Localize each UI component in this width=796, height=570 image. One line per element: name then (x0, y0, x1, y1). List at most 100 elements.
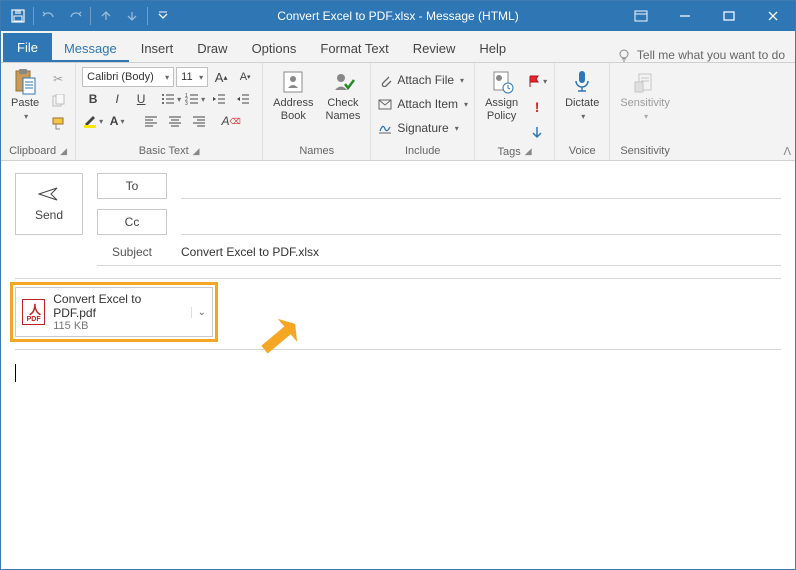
tab-help[interactable]: Help (467, 35, 518, 62)
cc-field[interactable] (181, 209, 781, 235)
next-item-icon[interactable] (119, 2, 145, 30)
font-name-select[interactable]: Calibri (Body)▾ (82, 67, 174, 87)
clipboard-label: Clipboard (9, 145, 56, 157)
tab-review[interactable]: Review (401, 35, 468, 62)
message-body[interactable] (1, 350, 795, 396)
follow-up-icon[interactable]: ▾ (526, 71, 548, 91)
collapse-ribbon-icon[interactable]: ᐱ (783, 145, 791, 158)
tags-launcher-icon[interactable]: ◢ (525, 146, 532, 157)
attachment-area: PDF Convert Excel to PDF.pdf 115 KB ⌄ (15, 278, 781, 350)
lightbulb-icon (617, 48, 631, 62)
signature-button[interactable]: Signature▾ (377, 119, 468, 137)
voice-label: Voice (569, 145, 596, 157)
tab-format-text[interactable]: Format Text (308, 35, 400, 62)
font-color-icon[interactable]: A▾ (106, 111, 128, 131)
ribbon-display-icon[interactable] (619, 2, 663, 30)
tell-me-search[interactable]: Tell me what you want to do (617, 48, 795, 62)
subject-field[interactable]: Convert Excel to PDF.xlsx (181, 245, 319, 259)
decrease-indent-icon[interactable] (208, 89, 230, 109)
send-icon (38, 186, 60, 202)
shrink-font-icon[interactable]: A▾ (234, 67, 256, 87)
qat-customize-icon[interactable] (150, 2, 176, 30)
sensitivity-button[interactable]: Sensitivity ▾ (616, 67, 674, 123)
group-voice: Dictate ▾ Voice (555, 63, 610, 160)
group-basic-text: Calibri (Body)▾ 11▾ A▴ A▾ B I U ▾ (76, 63, 263, 160)
attachment-size: 115 KB (53, 320, 182, 332)
dictate-label: Dictate (565, 97, 599, 110)
assign-policy-button[interactable]: Assign Policy (481, 67, 522, 124)
svg-text:3: 3 (185, 101, 188, 105)
compose-header: Send To Cc Subject Convert Excel to PDF.… (1, 161, 795, 266)
microphone-icon (569, 69, 595, 95)
paste-label: Paste (11, 97, 39, 110)
increase-indent-icon[interactable] (232, 89, 254, 109)
format-painter-icon[interactable] (47, 113, 69, 133)
numbering-icon[interactable]: 123▾ (184, 89, 206, 109)
address-book-button[interactable]: Address Book (269, 67, 317, 124)
address-book-label: Address Book (273, 97, 313, 122)
sensitivity-btn-label: Sensitivity (620, 97, 670, 110)
subject-label: Subject (97, 245, 167, 259)
group-include: Attach File▾ Attach Item▾ Signature▾ Inc… (371, 63, 475, 160)
dictate-button[interactable]: Dictate ▾ (561, 67, 603, 123)
ribbon-tabs: File Message Insert Draw Options Format … (1, 31, 795, 63)
grow-font-icon[interactable]: A▴ (210, 67, 232, 87)
redo-icon[interactable] (62, 2, 88, 30)
basic-text-launcher-icon[interactable]: ◢ (193, 146, 200, 157)
group-clipboard: Paste ▾ ✂ Clipboard ◢ (1, 63, 76, 160)
sensitivity-icon (632, 69, 658, 95)
assign-policy-label: Assign Policy (485, 97, 518, 122)
bold-icon[interactable]: B (82, 89, 104, 109)
italic-icon[interactable]: I (106, 89, 128, 109)
attachment-chip[interactable]: PDF Convert Excel to PDF.pdf 115 KB ⌄ (15, 287, 213, 337)
signature-icon (377, 120, 393, 136)
to-button[interactable]: To (97, 173, 167, 199)
font-size-select[interactable]: 11▾ (176, 67, 208, 87)
previous-item-icon[interactable] (93, 2, 119, 30)
cc-button[interactable]: Cc (97, 209, 167, 235)
attachment-dropdown-icon[interactable]: ⌄ (191, 307, 206, 318)
paperclip-icon (377, 72, 393, 88)
check-names-icon (330, 69, 356, 95)
undo-icon[interactable] (36, 2, 62, 30)
attach-item-button[interactable]: Attach Item▾ (377, 95, 468, 113)
maximize-icon[interactable] (707, 2, 751, 30)
tab-options[interactable]: Options (240, 35, 309, 62)
to-field[interactable] (181, 173, 781, 199)
underline-icon[interactable]: U (130, 89, 152, 109)
tab-insert[interactable]: Insert (129, 35, 186, 62)
group-sensitivity: Sensitivity ▾ Sensitivity (610, 63, 680, 160)
attach-file-button[interactable]: Attach File▾ (377, 71, 468, 89)
cut-icon[interactable]: ✂ (47, 69, 69, 89)
save-icon[interactable] (5, 2, 31, 30)
ribbon: Paste ▾ ✂ Clipboard ◢ Ca (1, 63, 795, 161)
tab-draw[interactable]: Draw (185, 35, 239, 62)
group-names: Address Book Check Names Names (263, 63, 371, 160)
assign-policy-icon (489, 69, 515, 95)
attach-item-icon (377, 96, 393, 112)
tags-label: Tags (497, 146, 520, 158)
align-left-icon[interactable] (140, 111, 162, 131)
check-names-label: Check Names (326, 97, 361, 122)
clipboard-launcher-icon[interactable]: ◢ (60, 146, 67, 157)
send-button[interactable]: Send (15, 173, 83, 235)
include-label: Include (405, 145, 440, 157)
align-right-icon[interactable] (188, 111, 210, 131)
title-bar: Convert Excel to PDF.xlsx - Message (HTM… (1, 1, 795, 31)
quick-access-toolbar (1, 2, 180, 30)
copy-icon[interactable] (47, 91, 69, 111)
bullets-icon[interactable]: ▾ (160, 89, 182, 109)
check-names-button[interactable]: Check Names (322, 67, 365, 124)
tab-file[interactable]: File (3, 33, 52, 62)
low-importance-icon[interactable] (526, 123, 548, 143)
highlight-icon[interactable]: ▾ (82, 111, 104, 131)
clear-formatting-icon[interactable]: A⌫ (220, 111, 242, 131)
minimize-icon[interactable] (663, 2, 707, 30)
address-book-icon (280, 69, 306, 95)
paste-button[interactable]: Paste ▾ (7, 67, 43, 123)
high-importance-icon[interactable]: ! (526, 97, 548, 117)
attachment-name: Convert Excel to PDF.pdf (53, 292, 182, 320)
align-center-icon[interactable] (164, 111, 186, 131)
close-icon[interactable] (751, 2, 795, 30)
tab-message[interactable]: Message (52, 35, 129, 62)
